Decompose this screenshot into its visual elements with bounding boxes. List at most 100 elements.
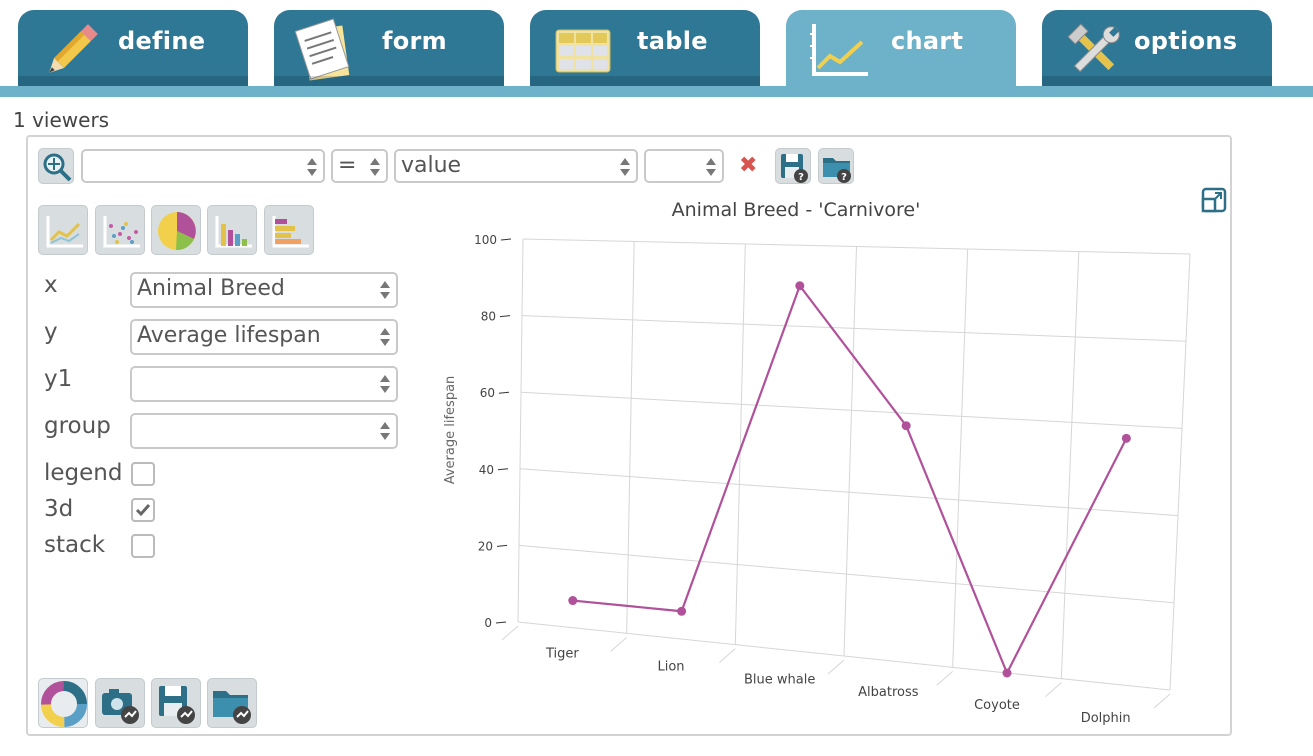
y-tick-mark	[499, 315, 511, 318]
y-tick-label: 60	[480, 386, 495, 400]
chart-type-line-button[interactable]	[38, 205, 88, 255]
camera-chart-icon	[102, 689, 139, 724]
pie-chart-icon	[158, 212, 196, 251]
tab-options[interactable]: options	[1042, 10, 1272, 86]
select-arrows-icon	[620, 158, 630, 176]
y-tick-label: 0	[484, 616, 492, 630]
y-select-value: Average lifespan	[137, 323, 321, 348]
y-tick-mark	[497, 468, 509, 471]
y-tick-label: 100	[474, 233, 497, 247]
select-arrows-icon	[380, 328, 390, 346]
y-select[interactable]: Average lifespan	[130, 319, 398, 355]
select-arrows-icon	[380, 422, 390, 440]
x-select[interactable]: Animal Breed	[130, 272, 398, 308]
group-label: group	[44, 413, 111, 439]
save-chart-button[interactable]	[151, 678, 201, 728]
y-tick-mark	[495, 621, 507, 624]
x-tick-label: Tiger	[545, 647, 579, 662]
tab-define[interactable]: define	[18, 10, 248, 86]
color-wheel-icon	[41, 681, 87, 727]
tab-chart[interactable]: chart	[786, 10, 1016, 86]
data-point	[1002, 668, 1012, 678]
chart-type-scatter-button[interactable]	[95, 205, 145, 255]
save-filter-button[interactable]: ?	[775, 148, 811, 184]
select-arrows-icon	[307, 158, 317, 176]
chart-type-pie-button[interactable]	[151, 205, 201, 255]
form-icon	[294, 18, 350, 81]
x-tick-label: Dolphin	[1081, 711, 1131, 725]
floppy-chart-icon	[159, 686, 195, 724]
tab-underline-strip	[0, 86, 1313, 97]
data-point	[677, 606, 687, 616]
gridline-vertical	[952, 248, 969, 668]
filter-field-select[interactable]	[81, 149, 325, 183]
select-arrows-icon	[370, 158, 380, 176]
x-tick-label: Coyote	[974, 698, 1020, 713]
y-tick-label: 80	[481, 310, 496, 324]
tab-chart-label: chart	[891, 27, 964, 55]
y-axis: 0 20 40 60 80 100	[474, 233, 512, 630]
tab-shade	[18, 76, 248, 86]
select-arrows-icon	[380, 375, 390, 393]
y-tick-mark	[498, 391, 510, 394]
y-tick-label: 20	[478, 539, 493, 553]
legend-checkbox[interactable]	[131, 462, 155, 486]
chart-colors-button[interactable]	[38, 678, 88, 728]
gridline-vertical	[517, 238, 524, 623]
tab-form[interactable]: form	[274, 10, 504, 86]
tab-table[interactable]: table	[530, 10, 760, 86]
scatter-chart-icon	[103, 216, 140, 248]
chart: Animal Breed - 'Carnivore' Average lifes…	[443, 199, 1191, 725]
zoom-filter-button[interactable]	[38, 148, 74, 184]
x-label: x	[44, 272, 58, 298]
group-select[interactable]	[130, 413, 398, 449]
tab-shade	[530, 76, 760, 86]
load-chart-button[interactable]	[207, 678, 257, 728]
filter-value-mode-value: value	[401, 153, 462, 178]
tab-options-label: options	[1134, 27, 1238, 55]
gridline-vertical	[734, 243, 746, 645]
pencil-icon	[49, 24, 98, 73]
tab-shade	[1042, 76, 1272, 86]
x-tick-label: Lion	[657, 660, 684, 675]
x-tick-label: Blue whale	[744, 672, 815, 687]
filter-value-mode-select[interactable]: value	[394, 149, 638, 183]
tab-define-label: define	[118, 27, 206, 55]
line-chart-icon	[46, 216, 83, 248]
y1-label: y1	[44, 366, 73, 392]
magnifier-crosshair-icon	[43, 153, 72, 182]
chart-snapshot-button[interactable]	[95, 678, 145, 728]
x-tick-label: Albatross	[858, 685, 919, 700]
gridline-vertical	[1060, 251, 1080, 679]
stack-checkbox[interactable]	[131, 534, 155, 558]
load-filter-button[interactable]: ?	[818, 148, 854, 184]
x-depth-tick	[827, 659, 845, 675]
filter-operator-select[interactable]: =	[331, 149, 388, 183]
filter-operator-value: =	[338, 153, 357, 178]
x-depth-tick	[1153, 693, 1171, 709]
table-icon	[555, 29, 611, 73]
tools-icon	[1067, 23, 1120, 73]
x-depth-tick	[610, 636, 627, 652]
filter-value-select[interactable]	[644, 149, 724, 183]
x-depth-tick	[719, 648, 736, 664]
threed-checkbox[interactable]	[131, 498, 155, 522]
y1-select[interactable]	[130, 366, 398, 402]
tab-table-label: table	[637, 27, 708, 55]
chart-type-bar-button[interactable]	[207, 205, 257, 255]
remove-filter-icon[interactable]: ✖	[739, 155, 757, 177]
gridline-vertical	[626, 241, 635, 634]
data-point	[901, 421, 911, 431]
stack-label: stack	[44, 532, 106, 558]
y-tick-mark	[496, 544, 508, 547]
y-axis-label: Average lifespan	[443, 376, 458, 485]
floppy-help-icon: ?	[781, 154, 808, 183]
tab-shade	[274, 76, 504, 86]
gridline-vertical	[1169, 253, 1191, 691]
x-depth-tick	[936, 670, 953, 686]
svg-text:?: ?	[798, 172, 804, 183]
chart-type-horizontal-bar-button[interactable]	[264, 205, 314, 255]
data-point	[795, 281, 805, 291]
tab-bar: define form table chart options	[0, 0, 1313, 97]
x-axis: Tiger Lion Blue whale Albatross Coyote Dolphi…	[501, 625, 1171, 725]
